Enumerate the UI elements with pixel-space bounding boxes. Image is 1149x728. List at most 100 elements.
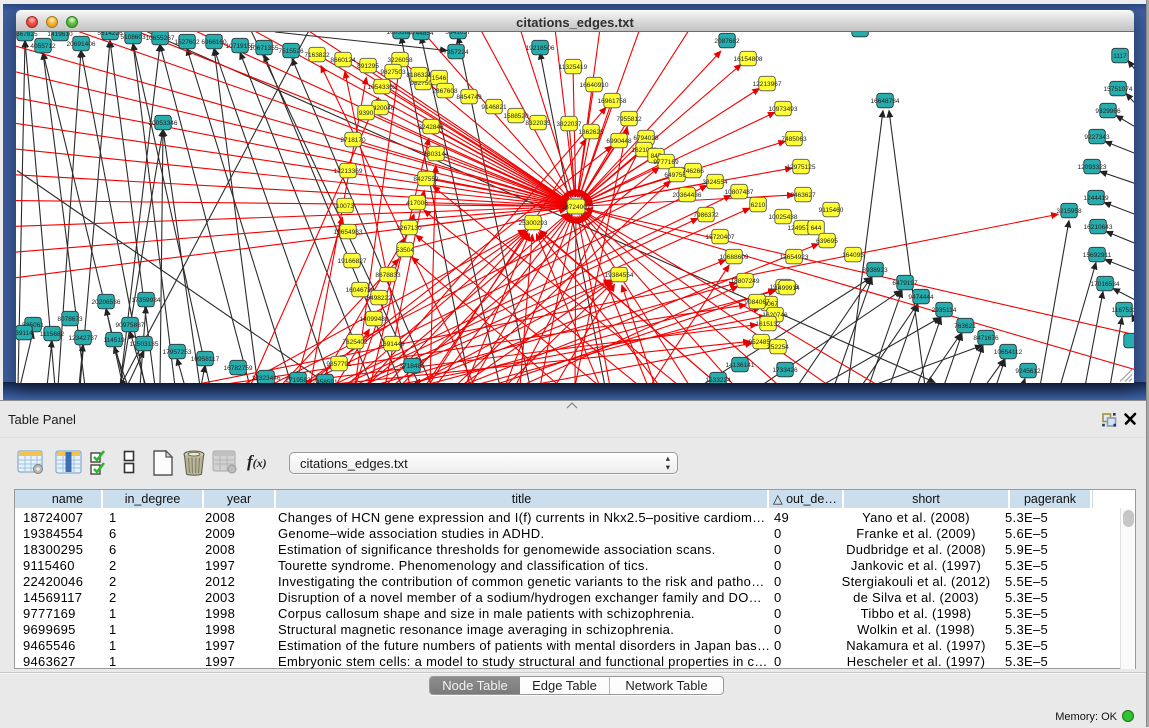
- svg-text:8078673: 8078673: [57, 316, 83, 323]
- svg-text:10073: 10073: [336, 203, 354, 210]
- svg-text:10688609: 10688609: [720, 254, 749, 261]
- svg-text:114519: 114519: [103, 337, 125, 344]
- svg-text:12975125: 12975125: [787, 164, 816, 171]
- svg-text:7485063: 7485063: [781, 136, 807, 143]
- svg-text:7163822: 7163822: [304, 52, 330, 59]
- svg-text:5108603: 5108603: [120, 34, 146, 41]
- svg-text:17359934: 17359934: [132, 297, 161, 304]
- svg-text:2718170: 2718170: [340, 137, 366, 144]
- svg-text:9329966: 9329966: [1095, 108, 1121, 115]
- svg-text:2803144: 2803144: [423, 151, 449, 158]
- svg-text:8454749: 8454749: [456, 94, 482, 101]
- svg-text:12503135: 12503135: [130, 341, 159, 348]
- svg-text:1546: 1546: [432, 75, 447, 82]
- svg-text:16961758: 16961758: [598, 98, 627, 105]
- svg-text:8938923: 8938923: [862, 267, 888, 274]
- svg-text:1588520: 1588520: [503, 113, 529, 120]
- svg-text:164095: 164095: [842, 252, 864, 259]
- svg-text:9084067: 9084067: [744, 299, 770, 306]
- svg-text:8813054: 8813054: [847, 32, 873, 34]
- svg-text:5614226: 5614226: [97, 32, 123, 37]
- svg-text:20053346: 20053346: [149, 120, 178, 127]
- svg-text:1499914: 1499914: [774, 285, 800, 292]
- svg-text:8678833: 8678833: [375, 272, 401, 279]
- svg-text:20206536: 20206536: [92, 299, 121, 306]
- svg-text:3226058: 3226058: [387, 57, 413, 64]
- svg-text:1362625: 1362625: [578, 129, 604, 136]
- svg-text:417006: 417006: [406, 200, 428, 207]
- svg-text:2719583: 2719583: [285, 377, 311, 383]
- svg-text:14099489: 14099489: [360, 316, 389, 323]
- svg-text:7625402: 7625402: [342, 339, 368, 346]
- svg-text:8471676: 8471676: [973, 335, 999, 342]
- svg-text:6990448: 6990448: [606, 138, 632, 145]
- svg-text:1419610: 1419610: [47, 32, 73, 38]
- svg-text:3215958: 3215958: [1056, 208, 1082, 215]
- svg-text:1527602: 1527602: [174, 39, 200, 46]
- svg-text:1533224: 1533224: [705, 377, 731, 383]
- svg-text:7515526: 7515526: [278, 48, 304, 55]
- svg-text:6966160: 6966160: [201, 39, 227, 46]
- svg-text:9146821: 9146821: [481, 104, 507, 111]
- svg-text:8186328: 8186328: [406, 72, 432, 79]
- svg-text:3242848: 3242848: [418, 124, 444, 131]
- svg-text:53504: 53504: [396, 247, 414, 254]
- svg-text:19384554: 19384554: [605, 272, 634, 279]
- svg-text:1733426: 1733426: [772, 367, 798, 374]
- svg-text:10654112: 10654112: [994, 349, 1023, 356]
- svg-text:10025438: 10025438: [769, 214, 798, 221]
- svg-text:9827503: 9827503: [380, 69, 406, 76]
- svg-text:9390: 9390: [359, 110, 374, 117]
- svg-text:2087682: 2087682: [714, 38, 740, 45]
- svg-text:9474444: 9474444: [908, 294, 934, 301]
- svg-text:3341057: 3341057: [445, 32, 471, 36]
- svg-text:18724007: 18724007: [562, 204, 591, 211]
- svg-text:16640910: 16640910: [580, 82, 609, 89]
- svg-text:16648784: 16648784: [871, 98, 900, 105]
- svg-text:18807249: 18807249: [731, 278, 760, 285]
- svg-text:10671355: 10671355: [250, 45, 279, 52]
- svg-text:1615132: 1615132: [755, 321, 781, 328]
- svg-text:10807487: 10807487: [725, 189, 754, 196]
- svg-text:16210643: 16210643: [1084, 224, 1113, 231]
- svg-text:10655267: 10655267: [146, 35, 175, 42]
- svg-text:639695: 639695: [816, 238, 838, 245]
- svg-text:13654923: 13654923: [780, 254, 809, 261]
- svg-text:4055712: 4055712: [30, 43, 56, 50]
- svg-text:7955812: 7955812: [616, 116, 642, 123]
- svg-text:10973493: 10973493: [769, 106, 798, 113]
- svg-text:644: 644: [811, 225, 822, 232]
- svg-text:12213967: 12213967: [753, 81, 782, 88]
- svg-text:3822037: 3822037: [556, 121, 582, 128]
- svg-text:891295: 891295: [357, 63, 379, 70]
- svg-text:39114: 39114: [16, 330, 33, 337]
- svg-text:15720407: 15720407: [706, 234, 735, 241]
- svg-text:17957253: 17957253: [163, 349, 192, 356]
- svg-text:2458591: 2458591: [312, 379, 338, 383]
- svg-text:19218506: 19218506: [526, 45, 555, 52]
- svg-text:2935114: 2935114: [932, 307, 957, 314]
- svg-text:3718485: 3718485: [399, 363, 425, 370]
- svg-text:1167533: 1167533: [1112, 307, 1134, 314]
- svg-text:20691406: 20691406: [67, 41, 96, 48]
- svg-text:16154808: 16154808: [734, 56, 763, 63]
- svg-text:4744854: 4744854: [408, 32, 434, 37]
- svg-text:9227343: 9227343: [1084, 134, 1110, 141]
- svg-text:11325419: 11325419: [559, 64, 588, 71]
- svg-text:6794028: 6794028: [633, 135, 659, 142]
- svg-text:15751074: 15751074: [1104, 86, 1133, 93]
- svg-text:20364436: 20364436: [673, 192, 702, 199]
- svg-text:8660124: 8660124: [330, 57, 356, 64]
- svg-text:90975887: 90975887: [116, 322, 145, 329]
- svg-text:3267130: 3267130: [396, 225, 422, 232]
- svg-text:10543362: 10543362: [368, 84, 397, 91]
- svg-text:14136141: 14136141: [726, 362, 755, 369]
- svg-text:12093323: 12093323: [1078, 164, 1107, 171]
- svg-text:2867608: 2867608: [432, 88, 458, 95]
- svg-text:1115682: 1115682: [40, 331, 65, 338]
- svg-text:1117: 1117: [1113, 53, 1127, 60]
- svg-text:2867825: 2867825: [16, 32, 38, 38]
- svg-text:12323446: 12323446: [252, 375, 281, 382]
- svg-text:252254: 252254: [767, 344, 789, 351]
- svg-text:8427552: 8427552: [413, 176, 439, 183]
